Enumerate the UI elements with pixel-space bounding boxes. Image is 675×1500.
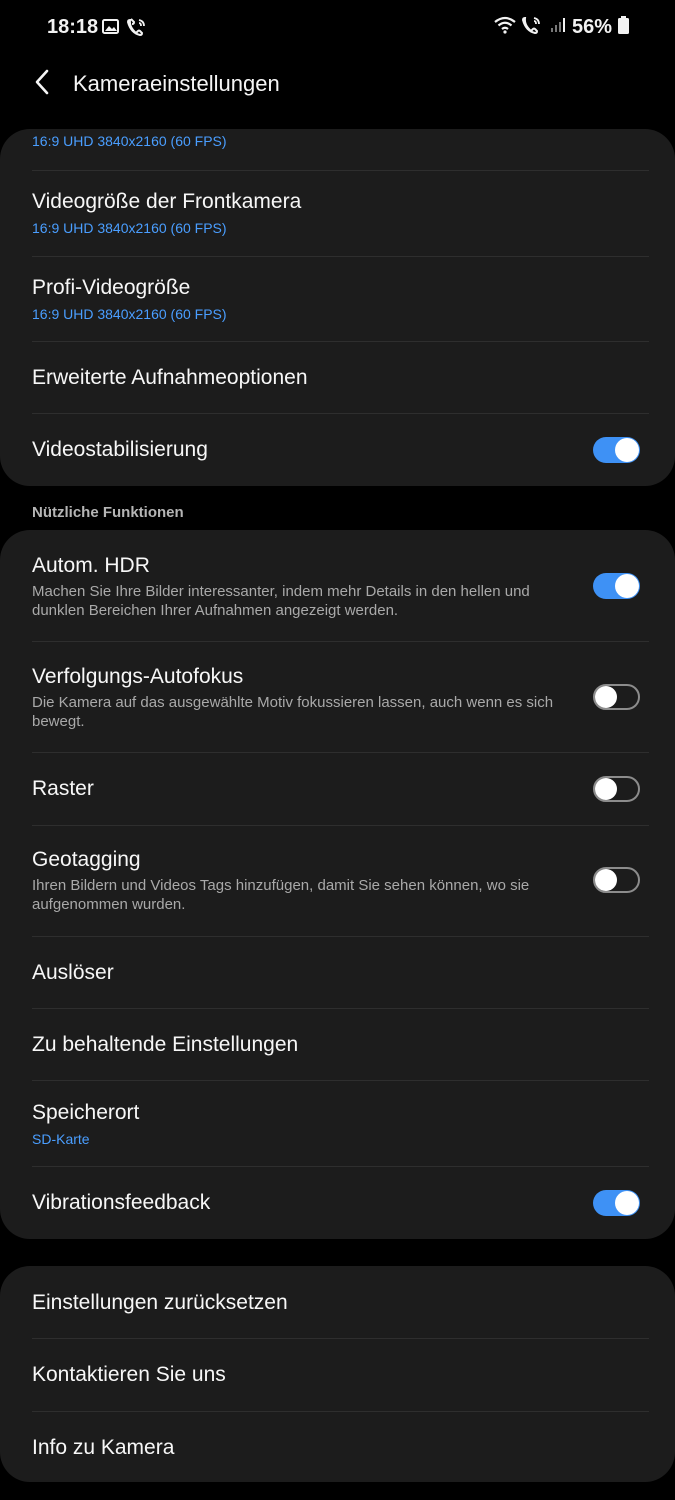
setting-description: Die Kamera auf das ausgewählte Motiv fok… (32, 694, 554, 730)
settings-item-tracking-autofocus[interactable]: Verfolgungs-Autofokus Die Kamera auf das… (0, 642, 675, 752)
setting-title: Raster (32, 777, 94, 800)
chevron-left-icon (34, 69, 50, 100)
call-icon (126, 18, 147, 41)
settings-item-contact[interactable]: Kontaktieren Sie uns (0, 1339, 675, 1411)
settings-item-keep-settings[interactable]: Zu behaltende Einstellungen (0, 1009, 675, 1080)
setting-title: Erweiterte Aufnahmeoptionen (32, 366, 308, 389)
settings-item-auto-hdr[interactable]: Autom. HDR Machen Sie Ihre Bilder intere… (0, 530, 675, 641)
setting-description: Machen Sie Ihre Bilder interessanter, in… (32, 583, 530, 619)
status-bar: 18:18 56% (0, 0, 675, 56)
settings-item-vibration-feedback[interactable]: Vibrationsfeedback (0, 1167, 675, 1239)
setting-title: Videogröße der Frontkamera (32, 190, 302, 213)
setting-value: 16:9 UHD 3840x2160 (60 FPS) (32, 220, 227, 236)
video-stabilization-toggle[interactable] (593, 437, 640, 463)
back-button[interactable] (26, 66, 58, 102)
settings-item-front-video-size[interactable]: Videogröße der Frontkamera 16:9 UHD 3840… (0, 171, 675, 256)
wifi-call-icon (521, 16, 544, 39)
page-title: Kameraeinstellungen (73, 71, 280, 96)
setting-title: Kontaktieren Sie uns (32, 1363, 226, 1386)
wifi-icon (494, 16, 516, 39)
settings-item-storage-location[interactable]: Speicherort SD-Karte (0, 1081, 675, 1166)
signal-icon (550, 17, 566, 38)
status-time: 18:18 (47, 16, 99, 38)
grid-toggle[interactable] (593, 776, 640, 802)
misc-card: Einstellungen zurücksetzen Kontaktieren … (0, 1266, 675, 1482)
app-bar: Kameraeinstellungen (0, 56, 675, 112)
settings-item-reset[interactable]: Einstellungen zurücksetzen (0, 1266, 675, 1338)
setting-title: Vibrationsfeedback (32, 1191, 211, 1214)
setting-title: Auslöser (32, 961, 114, 984)
section-header: Nützliche Funktionen (32, 504, 184, 521)
setting-title: Speicherort (32, 1101, 140, 1124)
setting-value: SD-Karte (32, 1131, 90, 1147)
setting-value: 16:9 UHD 3840x2160 (60 FPS) (32, 133, 227, 149)
settings-item-shutter[interactable]: Auslöser (0, 937, 675, 1008)
battery-icon (618, 16, 629, 39)
setting-value: 16:9 UHD 3840x2160 (60 FPS) (32, 306, 227, 322)
tracking-autofocus-toggle[interactable] (593, 684, 640, 710)
settings-item-grid[interactable]: Raster (0, 753, 675, 825)
geotagging-toggle[interactable] (593, 867, 640, 893)
setting-title: Autom. HDR (32, 554, 150, 577)
settings-item-video-stabilization[interactable]: Videostabilisierung (0, 414, 675, 486)
setting-title: Info zu Kamera (32, 1436, 175, 1459)
settings-item-about-camera[interactable]: Info zu Kamera (0, 1412, 675, 1482)
setting-title: Einstellungen zurücksetzen (32, 1291, 288, 1314)
setting-title: Profi-Videogröße (32, 276, 191, 299)
settings-item-pro-video-size[interactable]: Profi-Videogröße 16:9 UHD 3840x2160 (60 … (0, 257, 675, 341)
setting-title: Zu behaltende Einstellungen (32, 1033, 299, 1056)
battery-percent: 56% (571, 16, 612, 38)
settings-item-advanced-recording[interactable]: Erweiterte Aufnahmeoptionen (0, 342, 675, 413)
video-settings-card: 16:9 UHD 3840x2160 (60 FPS) Videogröße d… (0, 129, 675, 486)
vibration-feedback-toggle[interactable] (593, 1190, 640, 1216)
useful-features-card: Autom. HDR Machen Sie Ihre Bilder intere… (0, 530, 675, 1239)
setting-title: Verfolgungs-Autofokus (32, 665, 244, 688)
gallery-icon (102, 18, 119, 41)
setting-title: Geotagging (32, 848, 141, 871)
settings-item-rear-video-size[interactable]: 16:9 UHD 3840x2160 (60 FPS) (0, 129, 675, 170)
auto-hdr-toggle[interactable] (593, 573, 640, 599)
setting-description: Ihren Bildern und Videos Tags hinzufügen… (32, 877, 530, 913)
settings-item-geotagging[interactable]: Geotagging Ihren Bildern und Videos Tags… (0, 826, 675, 936)
setting-title: Videostabilisierung (32, 438, 208, 461)
